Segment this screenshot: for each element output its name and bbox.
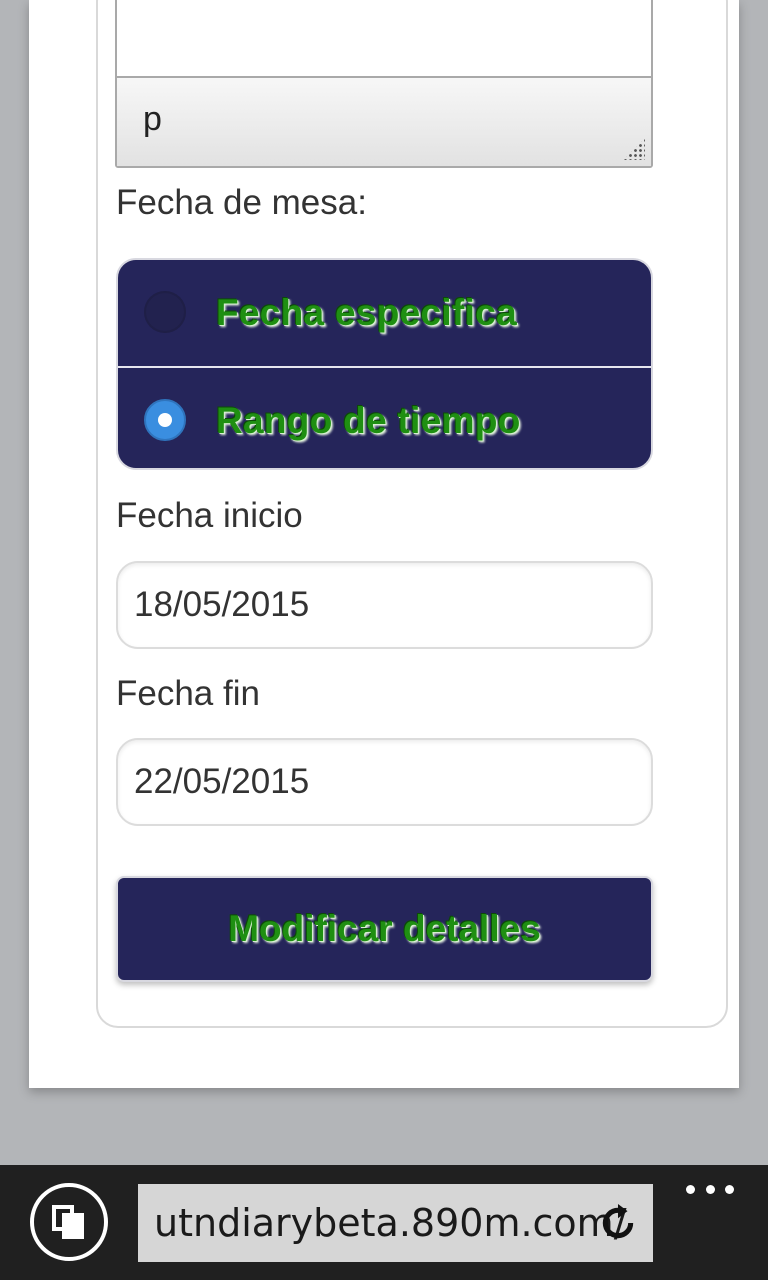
modify-details-button[interactable]: Modificar detalles xyxy=(116,876,653,982)
start-date-input[interactable]: 18/05/2015 xyxy=(116,561,653,649)
address-text: utndiarybeta.890m.com/ xyxy=(154,1201,627,1245)
textarea-value: p xyxy=(143,100,162,138)
end-date-input[interactable]: 22/05/2015 xyxy=(116,738,653,826)
radio-label-time-range: Rango de tiempo xyxy=(216,400,521,441)
radio-option-specific-date[interactable]: Fecha especifica xyxy=(118,260,651,364)
date-mode-label: Fecha de mesa: xyxy=(116,183,367,222)
more-dots-icon[interactable] xyxy=(686,1179,734,1199)
end-date-label: Fecha fin xyxy=(116,674,260,713)
start-date-label: Fecha inicio xyxy=(116,496,303,535)
tabs-button[interactable] xyxy=(30,1183,108,1261)
resize-grip-icon[interactable] xyxy=(623,138,645,160)
radio-checked-icon[interactable] xyxy=(144,399,186,441)
details-textarea[interactable]: p xyxy=(115,0,653,168)
textarea-footer: p xyxy=(117,76,651,166)
date-mode-radio-group: Fecha especifica Rango de tiempo xyxy=(116,258,653,470)
radio-option-time-range[interactable]: Rango de tiempo xyxy=(118,366,651,468)
tabs-icon xyxy=(50,1203,88,1241)
refresh-icon[interactable] xyxy=(599,1204,637,1242)
radio-unchecked-icon[interactable] xyxy=(144,291,186,333)
address-bar[interactable]: utndiarybeta.890m.com/ xyxy=(138,1184,653,1262)
radio-label-specific-date: Fecha especifica xyxy=(216,292,517,333)
browser-bar: utndiarybeta.890m.com/ xyxy=(0,1165,768,1280)
